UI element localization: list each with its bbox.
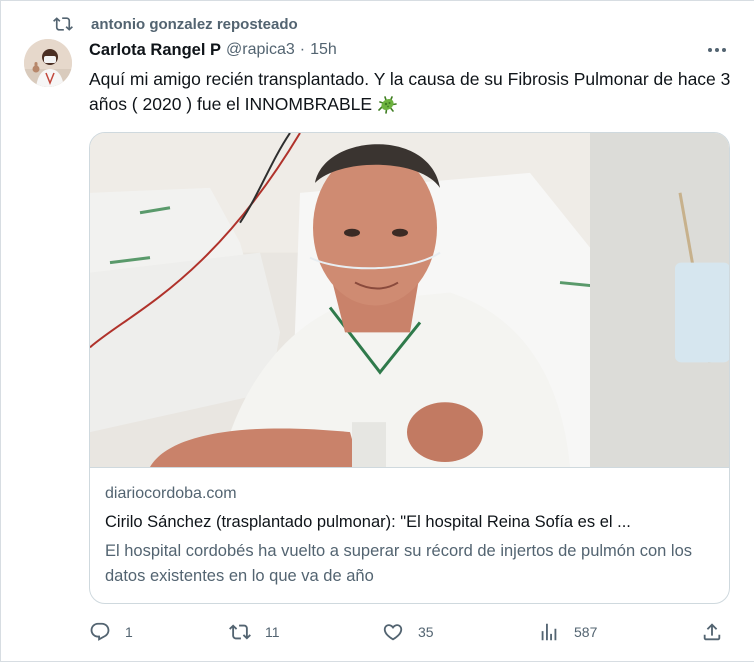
timestamp[interactable]: 15h: [310, 41, 337, 59]
card-domain[interactable]: diariocordoba.com: [105, 485, 237, 503]
separator-dot: ·: [299, 41, 306, 58]
like-button[interactable]: 35: [382, 619, 434, 645]
tweet-header: Carlota Rangel P @rapica3 · 15h: [89, 39, 337, 61]
card-description[interactable]: El hospital cordobés ha vuelto a superar…: [105, 539, 717, 589]
repost-text[interactable]: antonio gonzalez reposteado: [91, 16, 298, 33]
repost-indicator: antonio gonzalez reposteado: [53, 13, 298, 35]
share-button[interactable]: [701, 619, 723, 645]
author-handle[interactable]: @rapica3: [226, 41, 295, 59]
retweet-icon: [229, 624, 251, 640]
reply-button[interactable]: 1: [89, 619, 133, 645]
tweet-body: Aquí mi amigo recién transplantado. Y la…: [89, 69, 731, 114]
views-icon: [541, 623, 557, 641]
virus-emoji: [378, 96, 397, 114]
action-bar: 1 11 35 587: [89, 619, 734, 645]
views-button[interactable]: 587: [538, 619, 597, 645]
more-icon[interactable]: [705, 41, 729, 59]
tweet-text: Aquí mi amigo recién transplantado. Y la…: [89, 67, 739, 117]
like-icon: [383, 624, 403, 641]
like-count: 35: [418, 624, 434, 640]
card-image[interactable]: [90, 133, 730, 468]
tweet-container[interactable]: antonio gonzalez reposteado Carlota Rang…: [0, 0, 754, 662]
reply-count: 1: [125, 624, 133, 640]
link-card[interactable]: diariocordoba.com Cirilo Sánchez (traspl…: [89, 132, 730, 604]
card-title[interactable]: Cirilo Sánchez (trasplantado pulmonar): …: [105, 513, 717, 532]
reply-icon: [90, 622, 110, 641]
avatar[interactable]: [24, 39, 72, 87]
views-count: 587: [574, 624, 598, 640]
author-name[interactable]: Carlota Rangel P: [89, 41, 221, 60]
retweet-count: 11: [265, 624, 280, 640]
share-icon: [703, 623, 721, 641]
retweet-button[interactable]: 11: [229, 619, 280, 645]
repost-icon: [53, 17, 73, 31]
